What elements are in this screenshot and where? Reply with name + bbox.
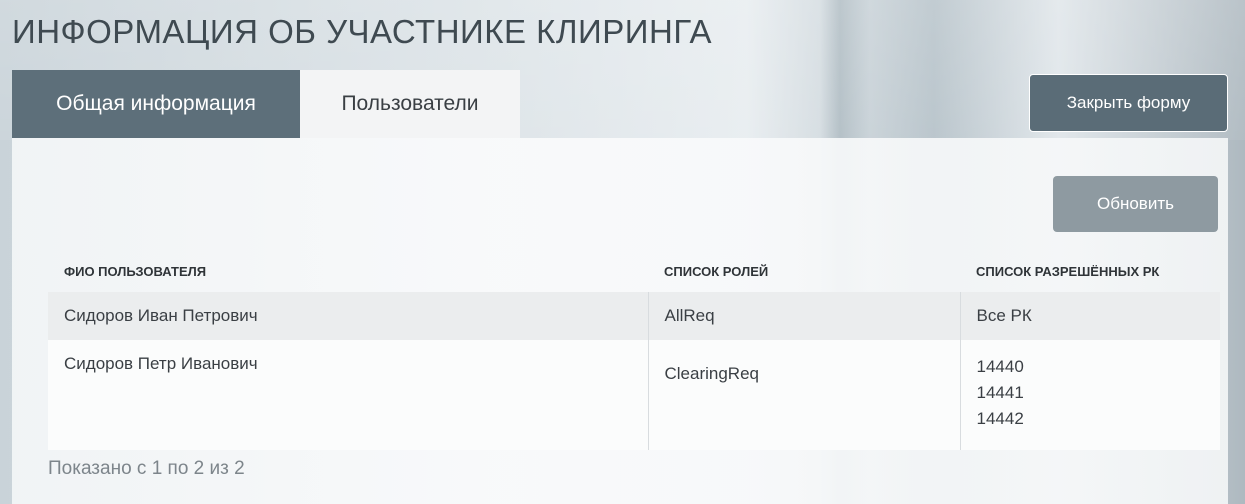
close-form-button[interactable]: Закрыть форму [1029, 74, 1228, 132]
tab-general-info[interactable]: Общая информация [12, 70, 300, 138]
column-header-roles[interactable]: СПИСОК РОЛЕЙ [648, 250, 960, 292]
tab-general-info-label: Общая информация [56, 92, 256, 115]
cell-roles: AllReq [647, 292, 960, 340]
column-header-allowed-rk[interactable]: СПИСОК РАЗРЕШЁННЫХ РК [960, 250, 1220, 292]
pagination-summary: Показано с 1 по 2 из 2 [48, 458, 245, 479]
tab-users[interactable]: Пользователи [300, 70, 520, 138]
column-header-user-name[interactable]: ФИО ПОЛЬЗОВАТЕЛЯ [48, 250, 648, 292]
rk-item: Все РК [976, 306, 1032, 325]
rk-item: 14441 [976, 383, 1024, 402]
cell-allowed-rk: Все РК [959, 292, 1220, 340]
cell-roles: ClearingReq [647, 340, 960, 450]
cell-allowed-rk: 14440 14441 14442 [959, 340, 1220, 450]
users-table: ФИО ПОЛЬЗОВАТЕЛЯ СПИСОК РОЛЕЙ СПИСОК РАЗ… [48, 250, 1220, 450]
tab-users-label: Пользователи [341, 92, 479, 115]
page-title: ИНФОРМАЦИЯ ОБ УЧАСТНИКЕ КЛИРИНГА [12, 13, 712, 50]
refresh-button[interactable]: Обновить [1053, 176, 1218, 232]
table-header-row: ФИО ПОЛЬЗОВАТЕЛЯ СПИСОК РОЛЕЙ СПИСОК РАЗ… [48, 250, 1220, 292]
cell-user-name: Сидоров Петр Иванович [48, 340, 648, 450]
cell-user-name: Сидоров Иван Петрович [48, 292, 648, 340]
rk-item: 14442 [976, 409, 1024, 428]
table-row[interactable]: Сидоров Иван Петрович AllReq Все РК [48, 292, 1220, 340]
rk-item: 14440 [976, 357, 1024, 376]
table-row[interactable]: Сидоров Петр Иванович ClearingReq 14440 … [48, 340, 1220, 450]
